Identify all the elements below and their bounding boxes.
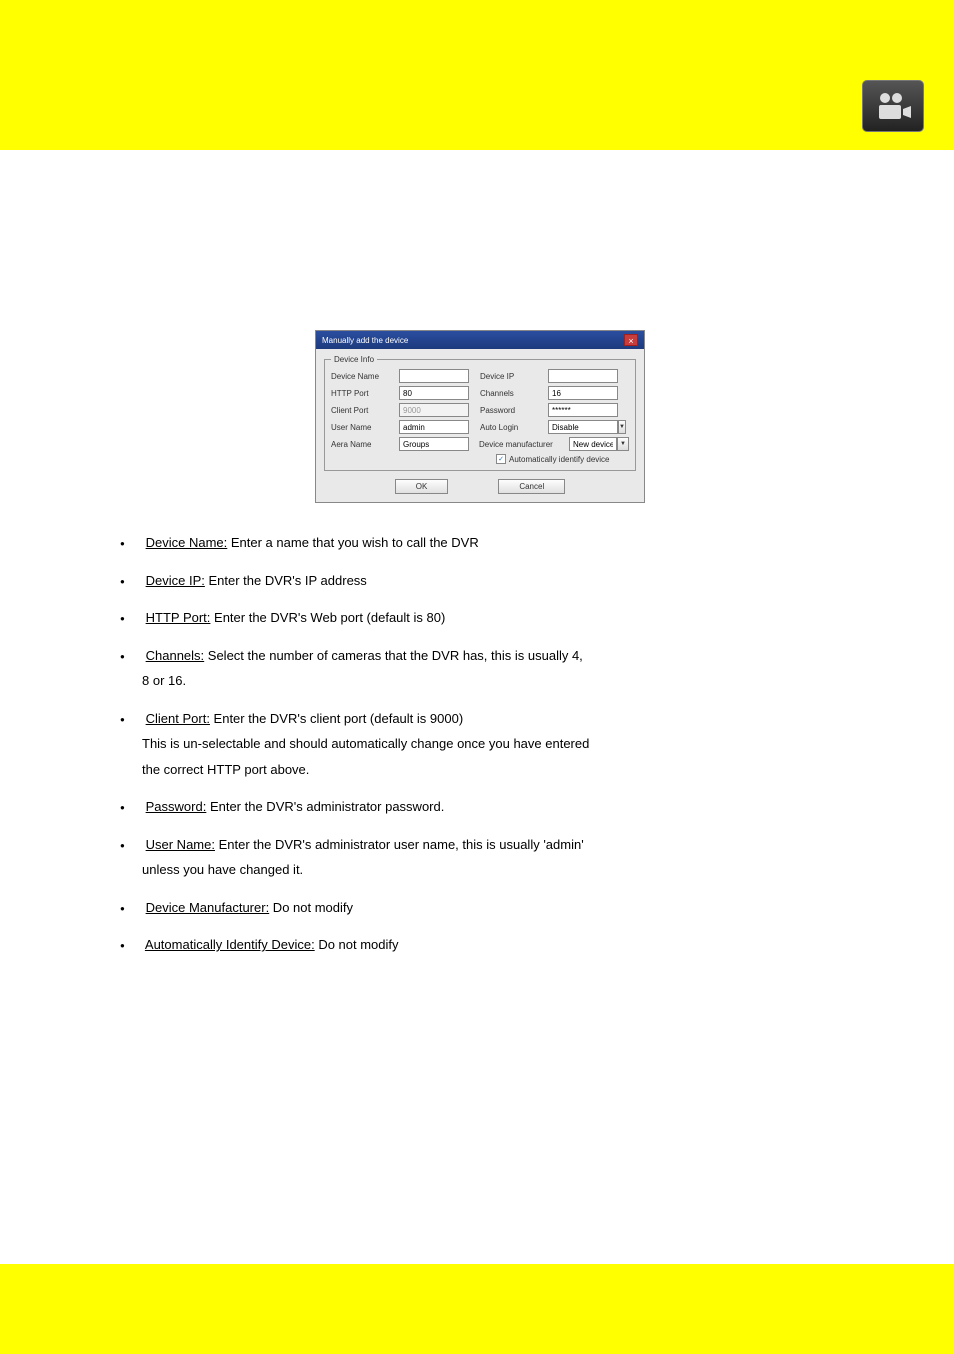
device-mfr-select[interactable]	[569, 437, 617, 451]
auto-identify-label: Automatically identify device	[509, 455, 610, 464]
term-client-port: Client Port:	[146, 711, 210, 726]
term-auto-identify: Automatically Identify Device:	[145, 937, 315, 952]
auto-identify-checkbox[interactable]: ✓	[496, 454, 506, 464]
device-info-fieldset: Device Info Device Name Device IP HTTP P…	[324, 355, 636, 471]
desc-text: Enter the DVR's administrator user name,…	[215, 837, 584, 852]
desc-text: Enter a name that you wish to call the D…	[227, 535, 478, 550]
term-password: Password:	[146, 799, 207, 814]
chevron-down-icon[interactable]: ▼	[617, 437, 629, 451]
list-item: Client Port: Enter the DVR's client port…	[142, 709, 840, 780]
desc-text: Enter the DVR's Web port (default is 80)	[210, 610, 445, 625]
term-device-name: Device Name:	[146, 535, 228, 550]
desc-text: Do not modify	[315, 937, 399, 952]
list-item: Password: Enter the DVR's administrator …	[142, 797, 840, 817]
password-label: Password	[480, 406, 548, 415]
instructions-list: Device Name: Enter a name that you wish …	[120, 533, 840, 955]
desc-text: the correct HTTP port above.	[142, 760, 840, 780]
video-reel-icon	[873, 91, 913, 121]
desc-text: 8 or 16.	[142, 671, 840, 691]
device-name-label: Device Name	[331, 372, 399, 381]
http-port-label: HTTP Port	[331, 389, 399, 398]
desc-text: Enter the DVR's client port (default is …	[210, 711, 463, 726]
user-name-label: User Name	[331, 423, 399, 432]
client-port-input	[399, 403, 469, 417]
desc-text: Enter the DVR's IP address	[205, 573, 367, 588]
client-port-label: Client Port	[331, 406, 399, 415]
user-name-input[interactable]	[399, 420, 469, 434]
area-name-input[interactable]	[399, 437, 469, 451]
desc-text: Enter the DVR's administrator password.	[206, 799, 444, 814]
fieldset-legend: Device Info	[331, 355, 377, 364]
channels-input[interactable]	[548, 386, 618, 400]
desc-text: Do not modify	[269, 900, 353, 915]
device-ip-label: Device IP	[480, 372, 548, 381]
list-item: Channels: Select the number of cameras t…	[142, 646, 840, 691]
area-name-label: Aera Name	[331, 440, 399, 449]
list-item: Device Name: Enter a name that you wish …	[142, 533, 840, 553]
auto-login-label: Auto Login	[480, 423, 548, 432]
desc-text: unless you have changed it.	[142, 860, 840, 880]
app-logo	[862, 80, 924, 132]
term-device-mfr: Device Manufacturer:	[146, 900, 270, 915]
cancel-button[interactable]: Cancel	[498, 479, 565, 494]
desc-text: This is un-selectable and should automat…	[142, 734, 840, 754]
password-input[interactable]	[548, 403, 618, 417]
list-item: User Name: Enter the DVR's administrator…	[142, 835, 840, 880]
device-name-input[interactable]	[399, 369, 469, 383]
list-item: Automatically Identify Device: Do not mo…	[142, 935, 840, 955]
term-user-name: User Name:	[146, 837, 215, 852]
desc-text: Select the number of cameras that the DV…	[204, 648, 583, 663]
chevron-down-icon[interactable]: ▼	[618, 420, 626, 434]
list-item: Device Manufacturer: Do not modify	[142, 898, 840, 918]
add-device-dialog: Manually add the device × Device Info De…	[315, 330, 645, 503]
term-http-port: HTTP Port:	[146, 610, 211, 625]
term-device-ip: Device IP:	[146, 573, 205, 588]
auto-login-select[interactable]	[548, 420, 618, 434]
ok-button[interactable]: OK	[395, 479, 449, 494]
channels-label: Channels	[480, 389, 548, 398]
list-item: Device IP: Enter the DVR's IP address	[142, 571, 840, 591]
bottom-banner	[0, 1264, 954, 1354]
top-banner	[0, 0, 954, 150]
dialog-title-bar: Manually add the device ×	[316, 331, 644, 349]
http-port-input[interactable]	[399, 386, 469, 400]
device-mfr-label: Device manufacturer	[479, 440, 569, 449]
list-item: HTTP Port: Enter the DVR's Web port (def…	[142, 608, 840, 628]
dialog-title-text: Manually add the device	[322, 336, 408, 345]
device-ip-input[interactable]	[548, 369, 618, 383]
term-channels: Channels:	[146, 648, 205, 663]
close-icon[interactable]: ×	[624, 334, 638, 346]
